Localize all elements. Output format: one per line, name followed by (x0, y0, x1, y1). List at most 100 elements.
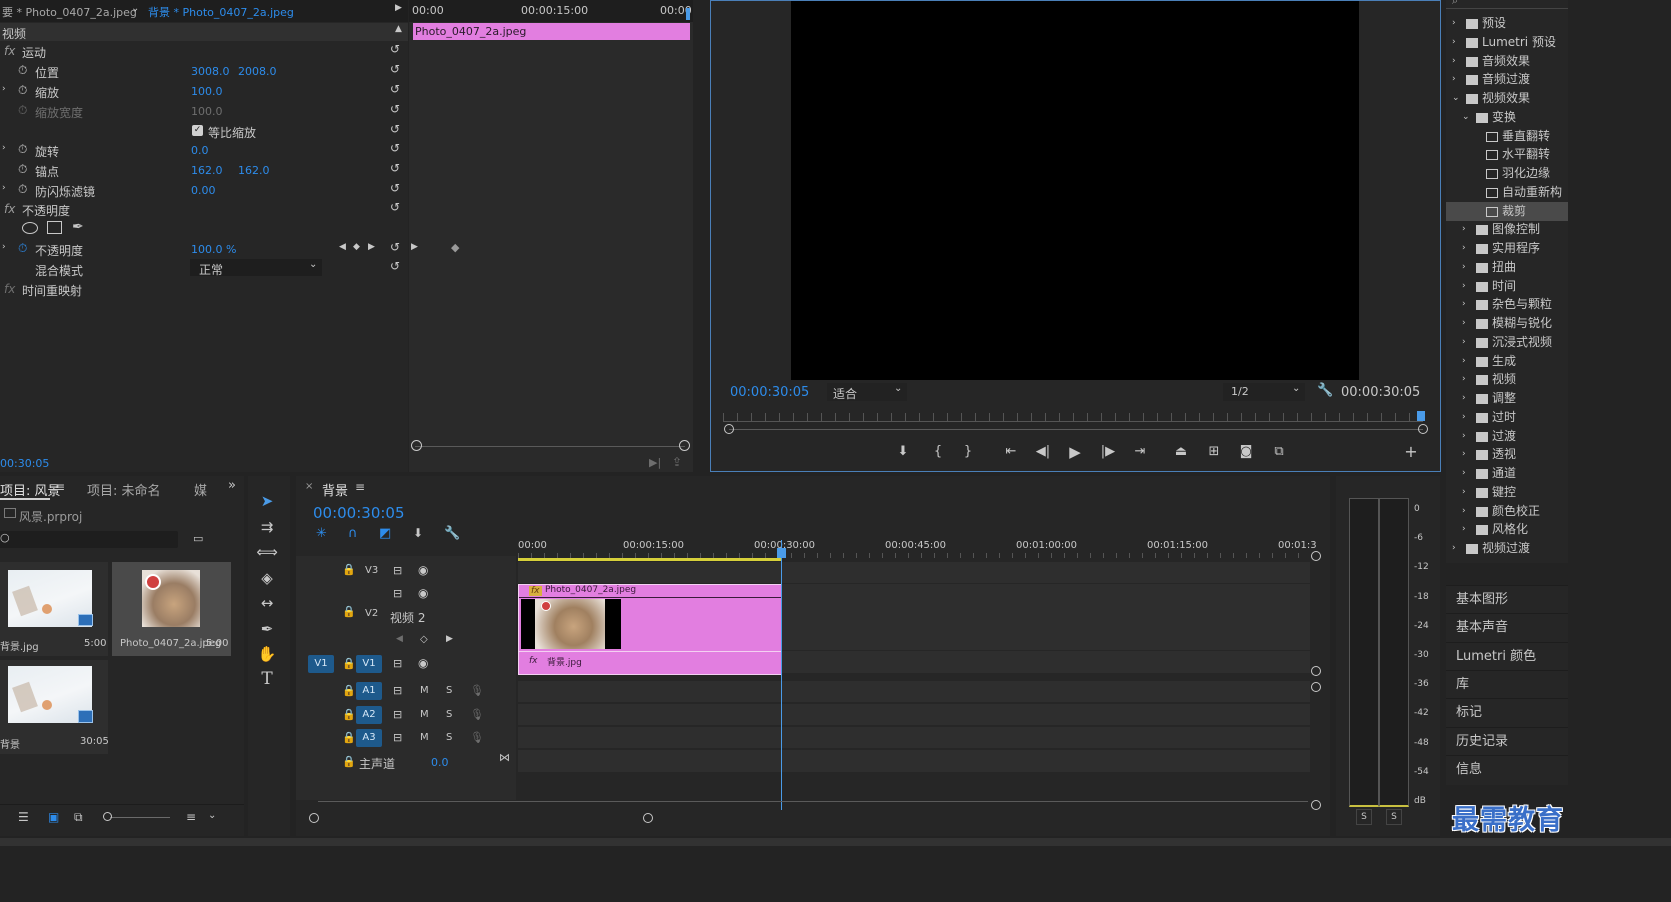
list-view-icon[interactable]: ☰ (18, 810, 29, 824)
scroll-up-icon[interactable]: ▲ (395, 24, 402, 34)
chevron-right-icon[interactable]: › (1462, 239, 1466, 258)
chevron-right-icon[interactable]: › (1462, 445, 1466, 464)
search-icon[interactable]: ○ (0, 531, 10, 544)
chevron-down-icon[interactable]: ⌄ (309, 259, 317, 270)
effects-tree-item[interactable]: › 扭曲 (1446, 258, 1568, 277)
effects-tree-item[interactable]: › 实用程序 (1446, 239, 1568, 258)
track-output-icon[interactable]: ⊟ (393, 731, 402, 744)
side-panel-tab[interactable]: 历史记录 (1446, 726, 1568, 756)
lock-icon[interactable]: 🔒 (342, 684, 356, 697)
chevron-right-icon[interactable]: › (1462, 220, 1466, 239)
pen-mask-icon[interactable]: ✒ (72, 219, 84, 235)
chevron-down-icon[interactable]: ⌄ (208, 810, 216, 821)
track-output-icon[interactable]: ⊟ (393, 684, 402, 697)
solo-button[interactable]: S (446, 685, 452, 696)
scrub-playhead[interactable] (1417, 411, 1425, 421)
master-volume-value[interactable]: 0.0 (431, 756, 449, 769)
tab-media[interactable]: 媒 (194, 480, 207, 499)
effects-tree-item[interactable]: 自动重新构 (1446, 183, 1568, 202)
insert-sequence-icon[interactable]: ◩ (379, 526, 391, 541)
reset-icon[interactable]: ↺ (390, 200, 400, 214)
side-panel-tab[interactable]: Lumetri 颜色 (1446, 641, 1568, 671)
effects-tree-item[interactable]: 水平翻转 (1446, 145, 1568, 164)
close-icon[interactable]: × (305, 481, 313, 492)
timeline-timecode[interactable]: 00:00:30:05 (313, 504, 405, 522)
effects-tree-item[interactable]: › 沉浸式视频 (1446, 333, 1568, 352)
scroll-handle-icon[interactable] (1418, 424, 1428, 434)
mark-in-icon[interactable]: { (928, 442, 948, 462)
reset-icon[interactable]: ↺ (390, 122, 400, 136)
effects-tree-item[interactable]: › Lumetri 预设 (1446, 33, 1568, 52)
lift-icon[interactable]: ⏏ (1171, 442, 1191, 462)
track-output-icon[interactable]: ⊟ (393, 657, 402, 670)
rectangle-mask-icon[interactable] (47, 221, 62, 234)
lane-a2[interactable] (518, 704, 1310, 725)
mute-button[interactable]: M (420, 732, 429, 743)
expand-arrow-icon[interactable]: › (2, 143, 6, 153)
timeline-tab[interactable]: 背景 (322, 480, 348, 499)
clip-v2[interactable]: fx Photo_0407_2a.jpeg (518, 584, 782, 652)
wrench-icon[interactable]: 🔧 (444, 526, 460, 541)
freeform-view-icon[interactable]: ⧉ (74, 810, 83, 825)
effects-tree-item[interactable]: › 模糊与锐化 (1446, 314, 1568, 333)
scrub-bar[interactable] (729, 429, 1423, 430)
next-keyframe-icon[interactable]: ▶ (368, 242, 375, 252)
zoom-scrollbar[interactable] (415, 446, 685, 447)
ellipse-mask-icon[interactable] (22, 222, 38, 234)
stopwatch-icon[interactable]: ⏱ (18, 162, 27, 177)
expand-tracks-icon[interactable]: ⋈ (499, 751, 510, 764)
effects-tree-item[interactable]: › 过渡 (1446, 427, 1568, 446)
mic-icon[interactable]: 🎙 (470, 731, 484, 744)
lock-icon[interactable]: 🔒 (342, 657, 356, 670)
track-label-a2[interactable]: A2 (356, 706, 382, 724)
lane-a1[interactable] (518, 681, 1310, 702)
mini-playhead[interactable] (686, 8, 690, 20)
effects-tree-item[interactable]: 裁剪 (1446, 201, 1568, 221)
chevron-right-icon[interactable]: › (1452, 539, 1456, 558)
compare-icon[interactable]: ⧉ (1269, 442, 1289, 462)
icon-view-icon[interactable]: ▣ (48, 810, 59, 824)
play-icon[interactable]: ▶ (1065, 442, 1085, 462)
collapse-arrow-icon[interactable]: ▶ (395, 3, 402, 13)
opacity-section-label[interactable]: 不透明度 (22, 202, 70, 219)
lock-icon[interactable]: 🔒 (342, 563, 356, 576)
effects-tree-item[interactable]: › 预设 (1446, 14, 1568, 33)
position-x-value[interactable]: 3008.0 (191, 65, 230, 78)
side-panel-tab[interactable]: 基本声音 (1446, 613, 1568, 642)
anchor-y-value[interactable]: 162.0 (238, 164, 270, 177)
anchor-x-value[interactable]: 162.0 (191, 164, 223, 177)
effects-tree-item[interactable]: › 通道 (1446, 464, 1568, 483)
chevron-right-icon[interactable]: › (1462, 502, 1466, 521)
lock-icon[interactable]: 🔒 (342, 731, 356, 744)
timeline-scrollbar[interactable] (318, 801, 1308, 802)
tab-menu-icon[interactable]: ≡ (55, 480, 65, 494)
track-select-tool-icon[interactable]: ⇉ (256, 516, 278, 538)
new-bin-icon[interactable]: ▭ (193, 532, 203, 545)
uniform-scale-checkbox[interactable]: ✓ (192, 125, 203, 136)
scrub-ruler[interactable] (723, 413, 1423, 422)
lane-v3[interactable] (518, 562, 1310, 583)
linked-selection-icon[interactable]: ∩ (348, 526, 358, 541)
slip-tool-icon[interactable]: ↔ (256, 592, 278, 614)
effects-tree-item[interactable]: 垂直翻转 (1446, 127, 1568, 146)
expand-arrow-icon[interactable]: › (2, 84, 6, 94)
lane-master[interactable] (518, 750, 1310, 772)
chevron-right-icon[interactable]: › (1462, 389, 1466, 408)
add-keyframe-icon[interactable]: ◇ (420, 634, 428, 645)
position-y-value[interactable]: 2008.0 (238, 65, 277, 78)
chevron-right-icon[interactable]: › (1462, 277, 1466, 296)
chevron-right-icon[interactable]: › (1462, 520, 1466, 539)
side-panel-tab[interactable]: 基本图形 (1446, 585, 1568, 614)
effects-tree-item[interactable]: › 颜色校正 (1446, 502, 1568, 521)
source-patch-v1[interactable]: V1 (308, 655, 334, 673)
mute-button[interactable]: M (420, 685, 429, 696)
add-button-icon[interactable]: + (1401, 442, 1421, 462)
effects-tree-item[interactable]: › 音频过渡 (1446, 70, 1568, 89)
tab-project-untitled[interactable]: 项目: 未命名 (87, 480, 161, 499)
next-keyframe-icon[interactable]: ▶ (446, 634, 453, 644)
vertical-scroll-handle-icon[interactable] (1311, 666, 1321, 676)
reset-icon[interactable]: ↺ (390, 181, 400, 195)
chevron-right-icon[interactable]: › (1462, 258, 1466, 277)
filter-icon[interactable]: ▶| (649, 456, 661, 469)
track-label-v1[interactable]: V1 (356, 655, 382, 673)
